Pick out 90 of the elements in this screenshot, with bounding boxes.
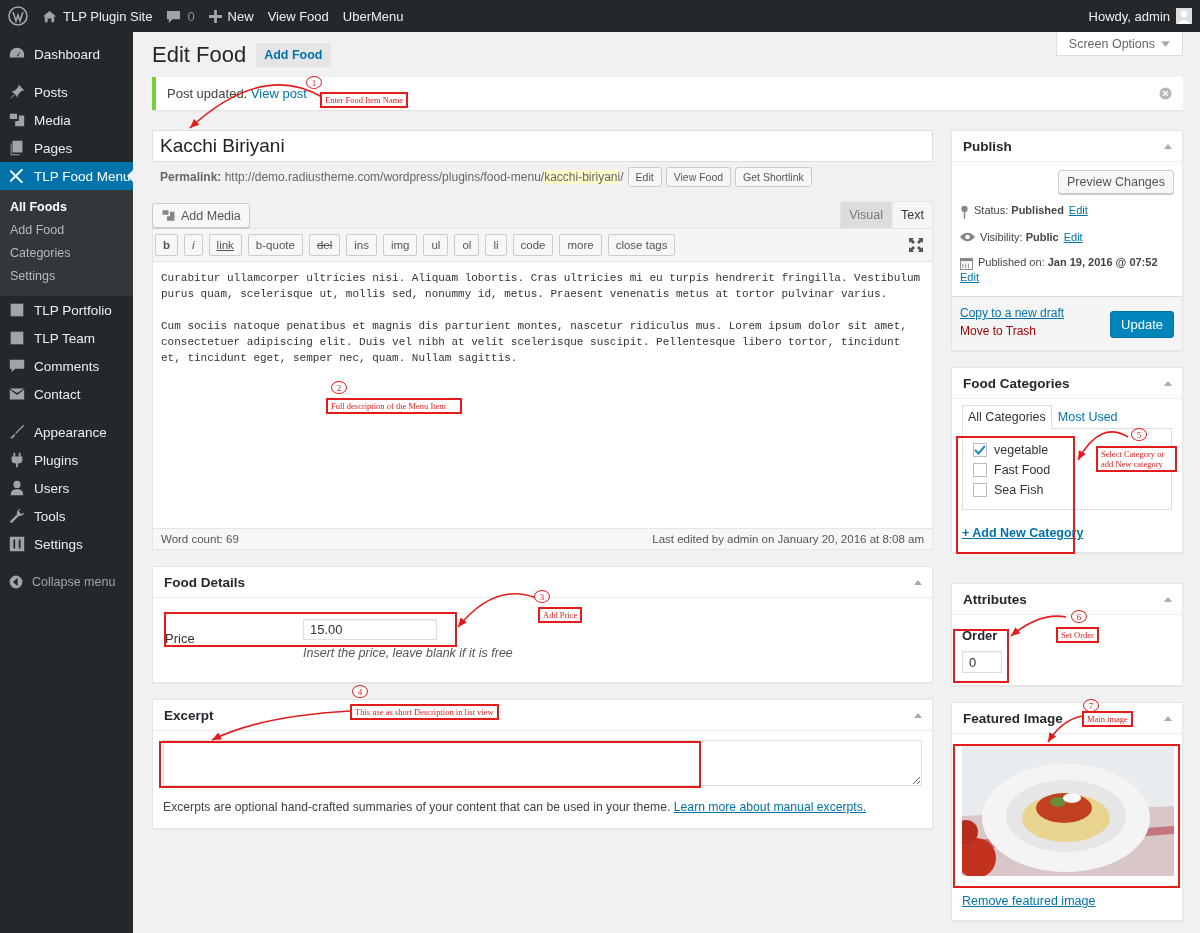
excerpt-note: Excerpts are optional hand-crafted summaries of your content that can be used in your theme.	[163, 800, 671, 814]
annotation-tooltip: Full description of the Menu Item	[326, 398, 462, 414]
collapse-menu-button[interactable]: Collapse menu	[0, 568, 133, 596]
view-post-link[interactable]: View post	[250, 86, 307, 101]
content-paragraph: Curabitur ullamcorper ultricies nisi. Aliquam lobortis. Cras ultricies mi eu turpis hendrerit fringilla. Vestibulum purus quam, scelerisque ut, mollis sed, nonummy id, metus. Praesent venenatis metus at tortor pulvinar varius.	[161, 271, 922, 302]
page-title: Edit Food	[152, 42, 247, 68]
submenu-item[interactable]: Settings	[0, 265, 133, 288]
word-count: Word count: 69	[161, 533, 239, 545]
format-button[interactable]: li	[485, 234, 507, 256]
permalink-text: Permalink: http://demo.radiustheme.com/wordpress/plugins/food-menu/kacchi-biriyani/	[160, 170, 624, 184]
admin-bar-link[interactable]: UberMenu	[342, 8, 404, 24]
last-edited-text: Last edited by admin on January 20, 2016 at 8:08 am	[652, 533, 924, 545]
add-media-button[interactable]: Add Media	[152, 203, 250, 228]
format-button[interactable]: b-quote	[247, 234, 303, 256]
annotation-tooltip: Main image	[1082, 711, 1133, 727]
edit-link[interactable]: Edit	[1063, 230, 1083, 245]
update-button[interactable]: Update	[1110, 311, 1174, 338]
publish-info: Published on: Jan 19, 2016 @ 07:52	[978, 255, 1158, 270]
format-button[interactable]: code	[512, 234, 554, 256]
menu-item[interactable]: Settings	[0, 530, 133, 558]
format-button[interactable]: ins	[346, 234, 377, 256]
screen-options-button[interactable]: Screen Options	[1055, 32, 1183, 56]
menu-item[interactable]: Appearance	[0, 418, 133, 446]
format-button[interactable]: ul	[423, 234, 449, 256]
order-label: Order	[962, 628, 998, 643]
menu-item[interactable]: Comments	[0, 352, 133, 380]
admin-bar-link[interactable]: View Food	[267, 8, 329, 24]
annotation-tooltip: This use as short Description in list view	[350, 704, 499, 720]
panel-title: Food Categories	[963, 375, 1070, 391]
format-button[interactable]: b	[155, 234, 179, 256]
submenu-item[interactable]: Add Food	[0, 219, 133, 242]
edit-link[interactable]: Edit	[1068, 203, 1088, 218]
format-button[interactable]: close tags	[607, 234, 676, 256]
step-number-tooltip: 4	[352, 685, 368, 698]
menu-item[interactable]: Pages	[0, 134, 133, 162]
category-tab[interactable]: All Categories	[962, 405, 1052, 429]
permalink-button[interactable]: View Food	[665, 167, 732, 187]
publish-info: Status: Published	[974, 203, 1064, 218]
price-label: Price	[165, 630, 196, 648]
panel-title: Food Details	[164, 574, 245, 590]
price-field[interactable]: 15.00	[303, 619, 437, 640]
menu-item[interactable]: Tools	[0, 502, 133, 530]
permalink-button[interactable]: Get Shortlink	[735, 167, 812, 187]
format-button[interactable]: ol	[454, 234, 480, 256]
menu-item[interactable]: TLP Portfolio	[0, 296, 133, 324]
new-link[interactable]: New	[208, 8, 254, 24]
category-label: Fast Food	[994, 463, 1051, 477]
panel-title: Featured Image	[963, 710, 1063, 726]
annotation-tooltip: Set Order	[1056, 627, 1099, 643]
category-label: vegetable	[994, 443, 1049, 457]
menu-item[interactable]: TLP Team	[0, 324, 133, 352]
preview-changes-button[interactable]: Preview Changes	[1058, 170, 1174, 194]
submenu-item[interactable]: Categories	[0, 242, 133, 265]
panel-title: Attributes	[963, 591, 1027, 607]
menu-item[interactable]: Users	[0, 474, 133, 502]
format-button[interactable]: link	[208, 234, 242, 256]
copy-draft-link[interactable]: Copy to a new draft	[960, 306, 1065, 320]
menu-item[interactable]: Dashboard	[0, 40, 133, 68]
format-button[interactable]: img	[382, 234, 418, 256]
content-paragraph: Cum sociis natoque penatibus et magnis dis parturient montes, nascetur ridiculus mus. Lorem ipsum dolor sit amet, consectetuer adipiscing elit. Duis vel nibh at velit scelerisque suscipit. Pellentesque libero tortor, tincidunt et, tincidunt eget, semper nec, quam. Nullam sagittis.	[161, 319, 908, 366]
comments-link[interactable]: 0	[166, 8, 195, 24]
format-button[interactable]: i	[184, 234, 203, 256]
annotation-tooltip: Add Price	[538, 607, 583, 623]
account-link[interactable]: Howdy, admin	[1088, 8, 1170, 24]
order-field[interactable]: 0	[962, 651, 1002, 673]
remove-image-link[interactable]: Remove featured image	[962, 894, 1096, 908]
title-field[interactable]: Kacchi Biriyani	[152, 130, 933, 162]
publish-info: Visibility: Public	[980, 230, 1059, 245]
move-to-trash-link[interactable]: Move to Trash	[960, 324, 1065, 338]
format-button[interactable]: more	[559, 234, 602, 256]
menu-item[interactable]: Media	[0, 106, 133, 134]
menu-item[interactable]: Posts	[0, 78, 133, 106]
menu-item[interactable]: Contact	[0, 380, 133, 408]
excerpt-help-link[interactable]: Learn more about manual excerpts.	[673, 800, 867, 814]
menu-item[interactable]: Plugins	[0, 446, 133, 474]
panel-title: Excerpt	[164, 707, 214, 723]
annotation-tooltip: Enter Food Item Name	[320, 92, 409, 108]
panel-title: Publish	[963, 138, 1012, 154]
site-link[interactable]: TLP Plugin Site	[42, 8, 153, 24]
submenu-item[interactable]: All Foods	[0, 196, 133, 219]
price-hint: Insert the price, leave blank if it is free	[303, 646, 513, 660]
format-button[interactable]: del	[308, 234, 341, 256]
edit-link[interactable]: Edit	[960, 270, 979, 285]
permalink-button[interactable]: Edit	[627, 167, 662, 187]
category-tab[interactable]: Most Used	[1051, 405, 1124, 429]
add-food-button[interactable]: Add Food	[256, 43, 331, 67]
notice-text: Post updated.	[167, 86, 248, 101]
editor-tab[interactable]: Text	[892, 201, 933, 228]
category-label: Sea Fish	[994, 483, 1044, 497]
annotation-tooltip: Select Category or add New category	[1096, 446, 1177, 472]
